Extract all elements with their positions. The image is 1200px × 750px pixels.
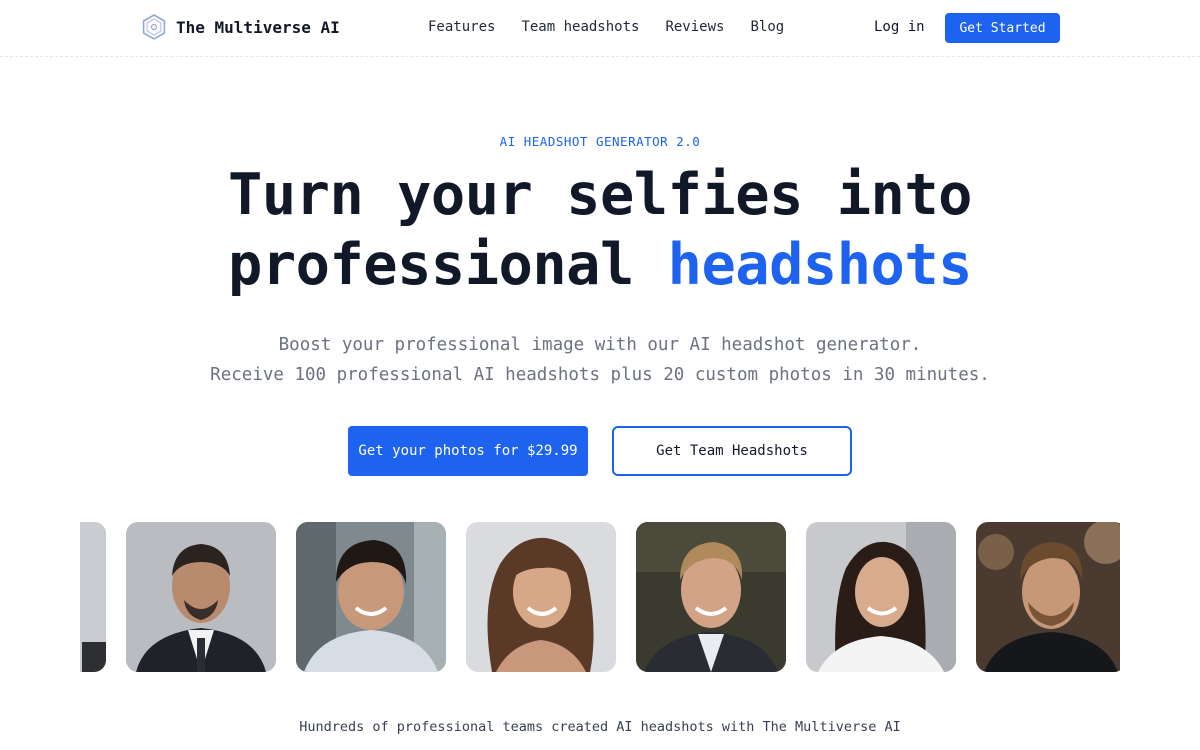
site-header: The Multiverse AI Features Team headshot… [0, 0, 1200, 57]
hero-eyebrow: AI HEADSHOT GENERATOR 2.0 [499, 134, 701, 149]
headshot-photo-woman-blouse [806, 522, 956, 672]
get-started-button[interactable]: Get Started [945, 13, 1060, 43]
nav-item-features[interactable]: Features [428, 19, 495, 35]
headshot-gallery [80, 522, 1120, 672]
headshot-photo-young-man [296, 522, 446, 672]
get-photos-button[interactable]: Get your photos for $29.99 [348, 426, 588, 476]
logo-icon [142, 14, 166, 40]
nav-item-blog[interactable]: Blog [750, 19, 784, 35]
brand-name: The Multiverse AI [176, 17, 340, 37]
headshot-photo-man-suit [126, 522, 276, 672]
subtitle-line-1: Boost your professional image with our A… [278, 335, 922, 355]
hero-subtitle: Boost your professional image with our A… [0, 330, 1200, 390]
headshot-photo-woman-brown-hair [466, 522, 616, 672]
main-nav: Features Team headshots Reviews Blog [428, 19, 784, 35]
team-headshots-button[interactable]: Get Team Headshots [612, 426, 852, 476]
login-link[interactable]: Log in [874, 19, 925, 35]
headline-accent: headshots [667, 232, 973, 298]
nav-item-team-headshots[interactable]: Team headshots [521, 19, 639, 35]
headline-line-1: Turn your selfies into [228, 162, 972, 228]
headshot-photo-man-blond [636, 522, 786, 672]
headshot-photo-partial [80, 522, 106, 672]
hero-headline: Turn your selfies into professional head… [0, 160, 1200, 300]
nav-item-reviews[interactable]: Reviews [665, 19, 724, 35]
social-proof-text: Hundreds of professional teams created A… [299, 719, 901, 735]
logo[interactable]: The Multiverse AI [140, 13, 340, 41]
subtitle-line-2: Receive 100 professional AI headshots pl… [210, 365, 990, 385]
headshot-photo-man-beard [976, 522, 1120, 672]
headline-line-2: professional [228, 232, 668, 298]
